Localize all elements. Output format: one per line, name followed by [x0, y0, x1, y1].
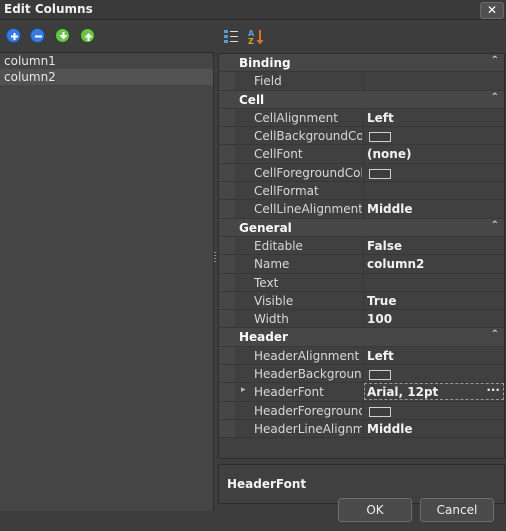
description-splitter[interactable] — [355, 459, 369, 470]
property-name: CellFormat — [254, 184, 319, 199]
color-swatch[interactable] — [369, 132, 391, 143]
property-row-width[interactable]: Width 100 — [219, 310, 504, 329]
chevron-up-icon[interactable]: ⌃ — [491, 329, 499, 340]
dialog-body: column1 column2 A Z Binding ⌃ Field Cell… — [0, 20, 506, 531]
category-binding[interactable]: Binding ⌃ — [219, 54, 504, 73]
property-name: CellBackgroundColor — [254, 129, 362, 144]
property-row-header-alignment[interactable]: HeaderAlignment Left — [219, 346, 504, 366]
property-name: CellAlignment — [254, 110, 338, 125]
property-row-header-foreground-color[interactable]: HeaderForegroundColor — [219, 401, 504, 420]
splitter-handle[interactable] — [213, 250, 217, 264]
close-button[interactable]: ✕ — [480, 2, 504, 19]
property-value[interactable]: Arial, 12pt — [367, 385, 438, 399]
property-value[interactable]: Left — [367, 111, 394, 125]
move-up-icon[interactable] — [80, 28, 95, 43]
property-name: Field — [254, 74, 282, 89]
property-row-cell-font[interactable]: CellFont (none) — [219, 145, 504, 164]
chevron-up-icon[interactable]: ⌃ — [491, 92, 499, 103]
color-swatch[interactable] — [369, 370, 391, 381]
property-name: Visible — [254, 293, 294, 308]
property-name: HeaderLineAlignment — [254, 421, 362, 436]
property-name: CellLineAlignment — [254, 202, 362, 217]
property-value[interactable]: Middle — [367, 202, 413, 216]
property-row-cell-background-color[interactable]: CellBackgroundColor — [219, 127, 504, 146]
property-row-header-font[interactable]: ▸ HeaderFont Arial, 12pt ··· — [219, 383, 504, 402]
property-row-header-line-alignment[interactable]: HeaderLineAlignment Middle — [219, 419, 504, 439]
property-value[interactable]: 100 — [367, 312, 392, 326]
cancel-button[interactable]: Cancel — [420, 498, 494, 522]
property-value[interactable]: True — [367, 294, 396, 308]
property-name: Editable — [254, 238, 303, 253]
property-name: HeaderBackgroundColor — [254, 367, 362, 382]
svg-text:Z: Z — [248, 37, 254, 46]
property-name: Name — [254, 257, 290, 272]
property-name: CellForegroundColor — [254, 165, 362, 180]
property-value[interactable]: Middle — [367, 422, 413, 436]
property-name: HeaderForegroundColor — [254, 403, 362, 418]
move-down-icon[interactable] — [55, 28, 70, 43]
property-value[interactable]: (none) — [367, 147, 411, 161]
ellipsis-button[interactable]: ··· — [486, 383, 500, 397]
property-row-header-background-color[interactable]: HeaderBackgroundColor — [219, 365, 504, 384]
caret-right-icon: ▸ — [241, 385, 246, 396]
property-value[interactable]: Left — [367, 349, 394, 363]
remove-icon[interactable] — [30, 28, 45, 43]
add-icon[interactable] — [6, 28, 21, 43]
chevron-up-icon[interactable]: ⌃ — [491, 55, 499, 66]
property-row-cell-foreground-color[interactable]: CellForegroundColor — [219, 163, 504, 183]
property-row-editable[interactable]: Editable False — [219, 236, 504, 256]
property-row-cell-format[interactable]: CellFormat — [219, 182, 504, 201]
property-name: HeaderFont — [254, 385, 324, 400]
list-item-column2[interactable]: column2 — [0, 69, 213, 85]
property-name: CellFont — [254, 147, 303, 162]
category-cell[interactable]: Cell ⌃ — [219, 90, 504, 109]
property-row-cell-line-alignment[interactable]: CellLineAlignment Middle — [219, 200, 504, 219]
color-swatch[interactable] — [369, 406, 391, 417]
title-bar: Edit Columns ✕ — [0, 0, 506, 20]
category-general[interactable]: General ⌃ — [219, 218, 504, 237]
window-title: Edit Columns — [4, 2, 93, 16]
categorized-icon[interactable] — [222, 28, 242, 46]
property-row-field[interactable]: Field — [219, 72, 504, 91]
list-item-column1[interactable]: column1 — [0, 53, 213, 69]
ok-button[interactable]: OK — [338, 498, 412, 522]
property-name: Text — [254, 275, 279, 290]
close-icon: ✕ — [486, 3, 498, 17]
alphabetical-icon[interactable]: A Z — [247, 28, 267, 46]
color-swatch[interactable] — [369, 168, 391, 179]
property-row-name[interactable]: Name column2 — [219, 255, 504, 274]
category-header[interactable]: Header ⌃ — [219, 328, 504, 347]
description-title: HeaderFont — [227, 477, 307, 491]
property-value[interactable]: False — [367, 239, 402, 253]
property-row-cell-alignment[interactable]: CellAlignment Left — [219, 108, 504, 128]
property-row-text[interactable]: Text — [219, 273, 504, 292]
property-name: Width — [254, 312, 289, 327]
property-grid: Binding ⌃ Field Cell ⌃ CellAlignment Lef… — [218, 53, 505, 459]
property-name: HeaderAlignment — [254, 348, 360, 363]
property-value[interactable]: column2 — [367, 257, 424, 271]
property-row-visible[interactable]: Visible True — [219, 291, 504, 311]
chevron-up-icon[interactable]: ⌃ — [491, 220, 499, 231]
columns-list[interactable]: column1 column2 — [0, 52, 214, 511]
